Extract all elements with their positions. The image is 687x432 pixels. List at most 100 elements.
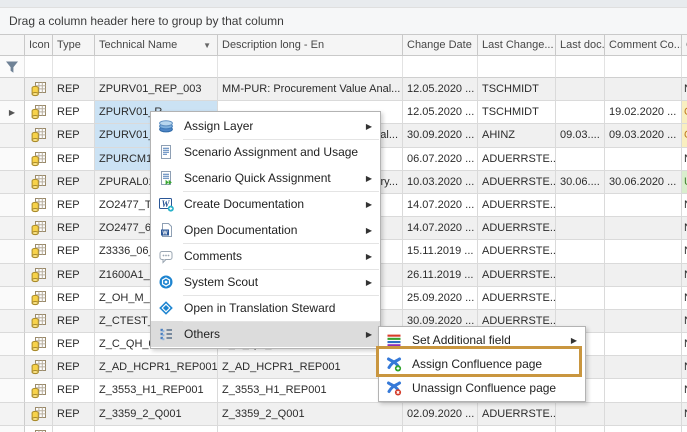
type-cell: REP bbox=[53, 78, 95, 101]
column-header-type[interactable]: Type bbox=[53, 34, 95, 56]
row-icon-cell bbox=[25, 264, 53, 287]
table-row[interactable]: REPZPURV01_REP_003MM-PUR: Procurement Va… bbox=[0, 78, 687, 101]
row-indicator-cell[interactable] bbox=[0, 124, 25, 147]
column-header-comment[interactable]: Comment Co... bbox=[605, 34, 682, 56]
type-cell: REP bbox=[53, 101, 95, 124]
menu-item-create-documentation[interactable]: WCreate Documentation▶ bbox=[151, 191, 380, 217]
comment-cell bbox=[605, 403, 682, 426]
menu-item-set-additional-field[interactable]: Set Additional field▶ bbox=[379, 328, 585, 352]
group-by-panel-text: Drag a column header here to group by th… bbox=[9, 14, 284, 28]
menu-item-comments[interactable]: Comments▶ bbox=[151, 243, 380, 269]
row-icon-cell bbox=[25, 101, 53, 124]
technical-name-cell[interactable]: Z_3359_2_Q001 bbox=[95, 403, 218, 426]
menu-item-label: Open Documentation bbox=[184, 223, 297, 237]
submenu-arrow-icon: ▶ bbox=[366, 174, 372, 183]
description-cell[interactable]: Z_3359_2_Q001 bbox=[218, 403, 403, 426]
type-cell: REP bbox=[53, 310, 95, 333]
filter-cell-desc[interactable] bbox=[218, 56, 403, 78]
last-change-cell: ADUERRSTE... bbox=[478, 287, 556, 310]
grid-filter-row[interactable] bbox=[0, 56, 687, 78]
column-header-indicator[interactable] bbox=[0, 34, 25, 56]
description-cell[interactable]: Z_AD_HCPR1_REP001 bbox=[218, 356, 403, 379]
technical-name-cell[interactable]: Z_AD_HCPR1_REP001 bbox=[95, 356, 218, 379]
row-indicator-cell[interactable] bbox=[0, 333, 25, 356]
comment-cell bbox=[605, 194, 682, 217]
column-header-icon[interactable]: Icon bbox=[25, 34, 53, 56]
filter-cell-indicator[interactable] bbox=[0, 56, 25, 78]
row-icon-cell bbox=[25, 78, 53, 101]
menu-item-assign-confluence-page[interactable]: Assign Confluence page bbox=[379, 352, 585, 376]
menu-item-unassign-confluence-page[interactable]: Unassign Confluence page bbox=[379, 376, 585, 400]
filter-cell-confluence[interactable] bbox=[682, 56, 687, 78]
description-cell[interactable]: Z_3553_H1_REP001 bbox=[218, 379, 403, 402]
row-indicator-cell[interactable] bbox=[0, 217, 25, 240]
menu-item-label: Create Documentation bbox=[184, 197, 304, 211]
row-indicator-cell[interactable] bbox=[0, 78, 25, 101]
context-submenu: Set Additional field▶Assign Confluence p… bbox=[378, 326, 586, 402]
row-indicator-cell[interactable] bbox=[0, 194, 25, 217]
type-cell: REP bbox=[53, 356, 95, 379]
column-header-confluence[interactable]: C... bbox=[682, 34, 687, 56]
row-icon-cell bbox=[25, 148, 53, 171]
row-indicator-cell[interactable] bbox=[0, 403, 25, 426]
row-icon-cell bbox=[25, 217, 53, 240]
row-indicator-cell[interactable] bbox=[0, 287, 25, 310]
row-indicator-cell[interactable] bbox=[0, 264, 25, 287]
filter-cell-icon[interactable] bbox=[25, 56, 53, 78]
row-indicator-cell[interactable] bbox=[0, 310, 25, 333]
row-icon-cell bbox=[25, 240, 53, 263]
document-lines-icon bbox=[158, 144, 174, 160]
row-indicator-cell[interactable] bbox=[0, 426, 25, 432]
change-date-cell: 12.05.2020 ... bbox=[403, 101, 478, 124]
row-indicator-cell[interactable]: ▶ bbox=[0, 101, 25, 124]
technical-name-cell[interactable]: ZPURV01_REP_003 bbox=[95, 78, 218, 101]
menu-item-open-in-translation-steward[interactable]: Open in Translation Steward bbox=[151, 295, 380, 321]
row-indicator-cell[interactable] bbox=[0, 148, 25, 171]
menu-item-open-documentation[interactable]: WOpen Documentation▶ bbox=[151, 217, 380, 243]
change-date-cell: 25.09.2020 ... bbox=[403, 287, 478, 310]
window-top-strip bbox=[0, 0, 687, 8]
table-row[interactable] bbox=[0, 426, 687, 432]
menu-item-system-scout[interactable]: System Scout▶ bbox=[151, 269, 380, 295]
column-header-tech[interactable]: Technical Name▼ bbox=[95, 34, 218, 56]
filter-cell-tech[interactable] bbox=[95, 56, 218, 78]
menu-item-label: Open in Translation Steward bbox=[184, 301, 335, 315]
row-indicator-cell[interactable] bbox=[0, 356, 25, 379]
description-cell[interactable] bbox=[218, 426, 403, 432]
filter-cell-last_change[interactable] bbox=[478, 56, 556, 78]
last-doc-cell: 09.03.... bbox=[556, 124, 605, 147]
filter-cell-comment[interactable] bbox=[605, 56, 682, 78]
filter-cell-type[interactable] bbox=[53, 56, 95, 78]
svg-text:W: W bbox=[162, 230, 168, 236]
row-indicator-cell[interactable] bbox=[0, 240, 25, 263]
last-doc-cell bbox=[556, 101, 605, 124]
description-cell[interactable]: MM-PUR: Procurement Value Anal... bbox=[218, 78, 403, 101]
last-change-cell: ADUERRSTE... bbox=[478, 171, 556, 194]
last-doc-cell: 30.06.... bbox=[556, 171, 605, 194]
comment-cell: 09.03.2020 ... bbox=[605, 124, 682, 147]
last-change-cell: ADUERRSTE... bbox=[478, 240, 556, 263]
comment-cell bbox=[605, 148, 682, 171]
confluence-cell bbox=[682, 426, 687, 432]
group-by-panel[interactable]: Drag a column header here to group by th… bbox=[0, 8, 687, 34]
confluence-cell: U bbox=[682, 171, 687, 194]
column-header-desc[interactable]: Description long - En bbox=[218, 34, 403, 56]
change-date-cell: 10.03.2020 ... bbox=[403, 171, 478, 194]
sort-desc-icon[interactable]: ▼ bbox=[203, 35, 211, 56]
menu-item-assign-layer[interactable]: Assign Layer▶ bbox=[151, 113, 380, 139]
table-row[interactable]: REPZ_3359_2_Q001Z_3359_2_Q00102.09.2020 … bbox=[0, 403, 687, 426]
filter-cell-last_doc[interactable] bbox=[556, 56, 605, 78]
row-indicator-cell[interactable] bbox=[0, 379, 25, 402]
technical-name-cell[interactable] bbox=[95, 426, 218, 432]
confluence-cell: N bbox=[682, 264, 687, 287]
filter-cell-change_date[interactable] bbox=[403, 56, 478, 78]
column-header-change_date[interactable]: Change Date bbox=[403, 34, 478, 56]
menu-item-others[interactable]: Others▶ bbox=[151, 321, 380, 347]
column-header-last_change[interactable]: Last Change... bbox=[478, 34, 556, 56]
column-header-last_doc[interactable]: Last doc. bbox=[556, 34, 605, 56]
document-forward-icon bbox=[158, 170, 174, 186]
menu-item-scenario-quick-assignment[interactable]: Scenario Quick Assignment▶ bbox=[151, 165, 380, 191]
row-indicator-cell[interactable] bbox=[0, 171, 25, 194]
technical-name-cell[interactable]: Z_3553_H1_REP001 bbox=[95, 379, 218, 402]
menu-item-scenario-assignment-and-usage[interactable]: Scenario Assignment and Usage bbox=[151, 139, 380, 165]
